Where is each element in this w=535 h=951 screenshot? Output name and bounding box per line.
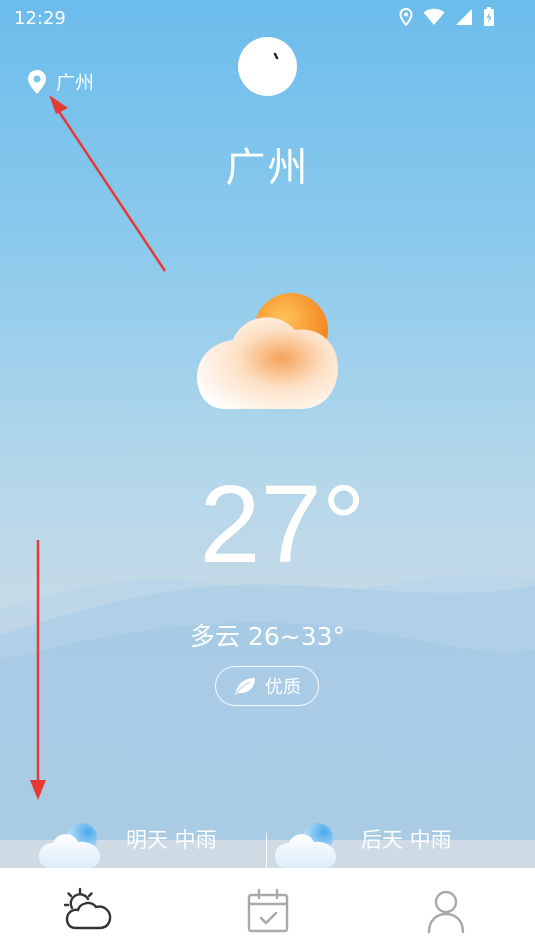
forecast-row: 明天 中雨 后天 中雨 xyxy=(0,815,535,869)
forecast-tomorrow[interactable]: 明天 中雨 xyxy=(0,815,266,869)
bottom-tab-bar xyxy=(0,868,535,951)
current-temperature: 27° xyxy=(199,463,366,586)
avatar-mark-icon xyxy=(273,52,279,60)
location-pin-icon xyxy=(28,69,46,94)
top-avatar-button[interactable] xyxy=(238,37,297,96)
location-selector[interactable]: 广州 xyxy=(26,68,94,95)
forecast-day-after-label: 后天 中雨 xyxy=(361,828,452,852)
forecast-tomorrow-label: 明天 中雨 xyxy=(126,828,217,852)
air-quality-label: 优质 xyxy=(265,677,301,698)
signal-icon xyxy=(456,9,472,25)
profile-tab-icon xyxy=(427,890,465,934)
calendar-tab-icon xyxy=(247,888,289,933)
battery-icon xyxy=(484,7,494,26)
condition-range: 多云 26~33° xyxy=(189,622,346,651)
wifi-icon xyxy=(423,8,445,26)
weather-screen: 12:29 广州 广州 27° 多云 26~33° 优质 明天 中雨 后天 中雨 xyxy=(0,0,535,951)
partly-cloudy-icon xyxy=(197,293,339,409)
city-title: 广州 xyxy=(225,145,310,191)
tab-calendar[interactable] xyxy=(243,886,293,936)
status-bar: 12:29 xyxy=(0,0,535,36)
leaf-icon xyxy=(235,678,255,695)
tab-profile[interactable] xyxy=(421,886,471,936)
status-time: 12:29 xyxy=(14,8,66,29)
forecast-day-after[interactable]: 后天 中雨 xyxy=(267,815,535,869)
status-icons xyxy=(399,7,495,27)
tab-weather[interactable] xyxy=(63,886,114,936)
air-quality-badge[interactable]: 优质 xyxy=(215,666,319,706)
location-label: 广州 xyxy=(56,72,95,94)
weather-tab-icon xyxy=(63,887,112,930)
location-status-icon xyxy=(399,8,413,26)
light-rain-cloud-icon xyxy=(39,823,100,868)
light-rain-cloud-icon xyxy=(275,823,336,868)
